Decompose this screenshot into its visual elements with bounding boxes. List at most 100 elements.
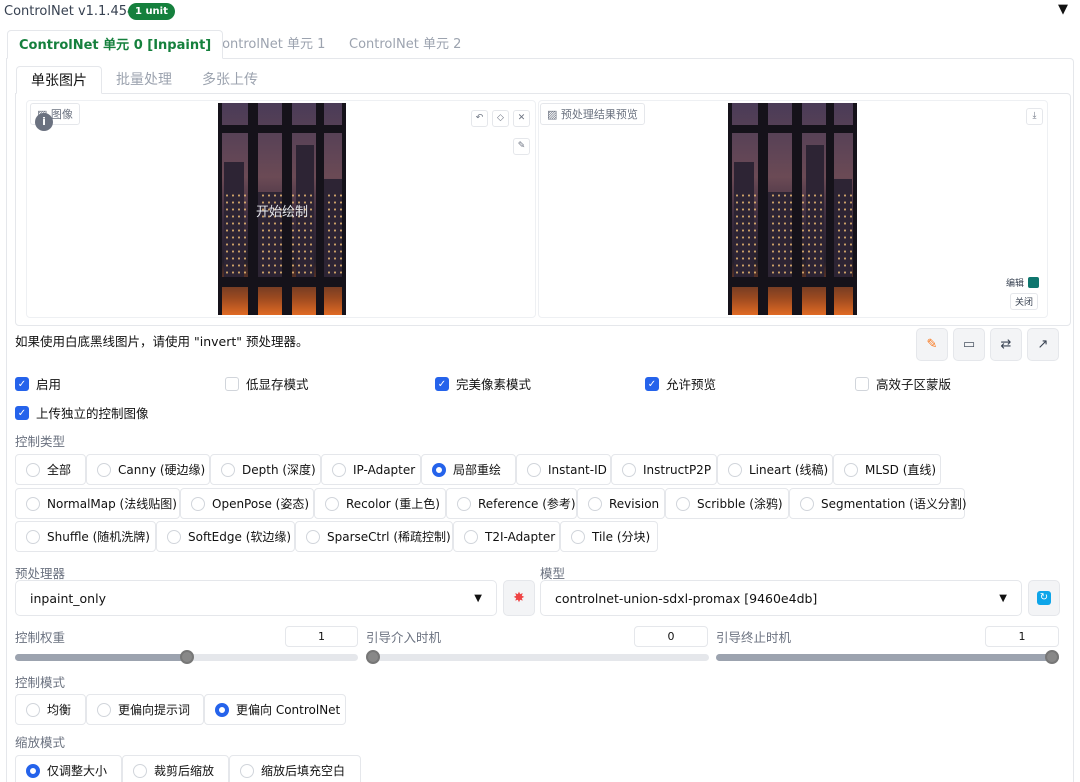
slider-thumb[interactable] [366, 650, 380, 664]
download-icon[interactable]: ⤓ [1026, 108, 1043, 125]
control-type-option[interactable]: T2I-Adapter [453, 521, 560, 552]
tab-single-image[interactable]: 单张图片 [16, 66, 102, 94]
close-button[interactable]: 关闭 [1010, 293, 1039, 310]
radio-dot-selected [26, 763, 40, 778]
control-mode-option-selected[interactable]: 更偏向 ControlNet [204, 694, 346, 725]
control-type-option[interactable]: SoftEdge (软边缘) [156, 521, 295, 552]
radio-dot [26, 496, 40, 511]
control-type-option[interactable]: Tile (分块) [560, 521, 658, 552]
low-vram-checkbox[interactable]: 低显存模式 [225, 374, 309, 393]
collapse-icon[interactable]: ▼ [1058, 2, 1068, 17]
slider-fill [716, 654, 1059, 661]
preview-image [728, 103, 857, 315]
run-preprocessor-icon[interactable]: ✸ [503, 580, 535, 616]
tab-unit-2[interactable]: ControlNet 单元 2 [338, 30, 472, 59]
canvas-hint: 开始绘制 [256, 205, 309, 220]
refresh-icon: ↻ [1037, 591, 1051, 605]
info-icon[interactable]: i [35, 113, 53, 131]
image-icon: ▨ [547, 108, 558, 121]
resize-mode-label: 缩放模式 [15, 735, 66, 750]
radio-dot [457, 496, 471, 511]
control-type-option-selected[interactable]: 局部重绘 [421, 454, 516, 485]
control-type-option[interactable]: Recolor (重上色) [314, 488, 446, 519]
control-type-option[interactable]: IP-Adapter [321, 454, 421, 485]
edit-toggle-icon[interactable] [1028, 277, 1039, 288]
control-mode-option[interactable]: 更偏向提示词 [86, 694, 204, 725]
control-type-option[interactable]: 全部 [15, 454, 86, 485]
tab-unit-0[interactable]: ControlNet 单元 0 [Inpaint] [7, 30, 224, 59]
control-type-option[interactable]: Canny (硬边缘) [86, 454, 210, 485]
swap-icon[interactable]: ⇄ [990, 328, 1022, 361]
resize-mode-option[interactable]: 缩放后填充空白 [229, 755, 361, 782]
checkbox-checked: ✓ [15, 376, 29, 391]
control-type-option[interactable]: Depth (深度) [210, 454, 321, 485]
checkbox-checked: ✓ [645, 376, 659, 391]
control-type-label: 控制类型 [15, 434, 66, 449]
radio-dot [676, 496, 690, 511]
guidance-start-input[interactable]: 0 [634, 626, 708, 647]
radio-dot [464, 529, 478, 544]
resize-mode-option-selected[interactable]: 仅调整大小 [15, 755, 122, 782]
control-type-option[interactable]: Lineart (线稿) [717, 454, 833, 485]
radio-dot [26, 529, 40, 544]
control-weight-slider[interactable] [15, 650, 358, 664]
radio-dot [588, 496, 602, 511]
guidance-start-label: 引导介入时机 [366, 630, 442, 645]
control-mode-option[interactable]: 均衡 [15, 694, 86, 725]
control-type-option[interactable]: Shuffle (随机洗牌) [15, 521, 156, 552]
efficient-mask-checkbox[interactable]: 高效子区蒙版 [855, 374, 951, 393]
control-type-option[interactable]: SparseCtrl (稀疏控制) [295, 521, 453, 552]
guidance-end-slider[interactable] [716, 650, 1059, 664]
radio-dot [97, 462, 111, 477]
radio-dot [26, 462, 40, 477]
checkbox-unchecked [225, 376, 239, 391]
radio-dot [527, 462, 541, 477]
radio-dot [844, 462, 858, 477]
radio-dot-selected [432, 462, 446, 477]
control-type-option[interactable]: Revision [577, 488, 665, 519]
control-type-option[interactable]: Segmentation (语义分割) [789, 488, 967, 519]
undo-icon[interactable]: ↶ [471, 110, 488, 127]
control-type-option[interactable]: InstructP2P [611, 454, 717, 485]
brush-icon[interactable]: ✎ [513, 138, 530, 155]
edit-icon[interactable]: ✎ [916, 328, 948, 361]
slider-fill [15, 654, 187, 661]
caret-down-icon: ▼ [474, 592, 482, 604]
preprocessor-dropdown[interactable]: inpaint_only ▼ [15, 580, 497, 616]
slider-thumb[interactable] [179, 650, 194, 664]
radio-dot-selected [215, 702, 229, 717]
slider-thumb[interactable] [1045, 650, 1059, 664]
radio-dot [191, 496, 205, 511]
upload-independent-checkbox[interactable]: ✓ 上传独立的控制图像 [15, 403, 149, 422]
camera-icon[interactable]: ▭ [953, 328, 985, 361]
model-dropdown[interactable]: controlnet-union-sdxl-promax [9460e4db] … [540, 580, 1022, 616]
control-type-option[interactable]: OpenPose (姿态) [180, 488, 314, 519]
close-icon[interactable]: ✕ [513, 110, 530, 127]
radio-dot [800, 496, 814, 511]
eraser-icon[interactable]: ◇ [492, 110, 509, 127]
allow-preview-checkbox[interactable]: ✓ 允许预览 [645, 374, 716, 393]
guidance-end-input[interactable]: 1 [985, 626, 1059, 647]
radio-dot [97, 702, 111, 717]
checkbox-checked: ✓ [15, 405, 29, 420]
guidance-start-slider[interactable] [366, 650, 709, 664]
control-type-option[interactable]: MLSD (直线) [833, 454, 941, 485]
refresh-models-button[interactable]: ↻ [1028, 580, 1060, 616]
control-type-option[interactable]: Scribble (涂鸦) [665, 488, 789, 519]
control-type-option[interactable]: Instant-ID [516, 454, 611, 485]
enable-checkbox[interactable]: ✓ 启用 [15, 374, 61, 393]
preview-label: ▨ 预处理结果预览 [540, 103, 645, 125]
edit-label[interactable]: 编辑 [1006, 276, 1024, 289]
send-icon[interactable]: ↗ [1027, 328, 1059, 361]
radio-dot [240, 763, 254, 778]
control-type-option[interactable]: Reference (参考) [446, 488, 577, 519]
control-type-option[interactable]: NormalMap (法线贴图) [15, 488, 180, 519]
resize-mode-option[interactable]: 裁剪后缩放 [122, 755, 229, 782]
tab-multi-upload[interactable]: 多张上传 [188, 66, 272, 94]
radio-dot [571, 529, 585, 544]
tab-batch[interactable]: 批量处理 [102, 66, 186, 94]
pixel-perfect-checkbox[interactable]: ✓ 完美像素模式 [435, 374, 531, 393]
radio-dot [133, 763, 147, 778]
radio-dot [728, 462, 742, 477]
control-weight-input[interactable]: 1 [285, 626, 358, 647]
